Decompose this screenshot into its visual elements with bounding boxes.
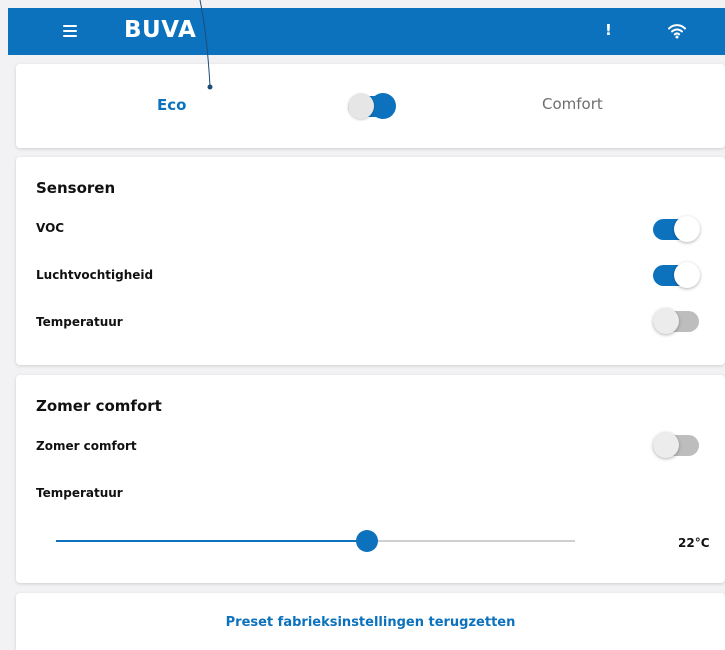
reset-card: Preset fabrieksinstellingen terugzetten: [16, 593, 725, 650]
sensor-label-humidity: Luchtvochtigheid: [36, 268, 154, 282]
wifi-icon[interactable]: [668, 23, 686, 39]
temperature-sensor-toggle[interactable]: [653, 308, 700, 334]
slider-thumb[interactable]: [356, 530, 378, 552]
mode-comfort-label[interactable]: Comfort: [542, 95, 603, 113]
app-header: BUVA !: [8, 8, 725, 55]
menu-icon[interactable]: [63, 25, 77, 37]
sensor-label-voc: VOC: [36, 221, 65, 235]
summer-comfort-card: Zomer comfort Zomer comfort Temperatuur …: [16, 375, 725, 583]
temperature-value: 22°C: [678, 536, 710, 550]
sensors-card: Sensoren VOC Luchtvochtigheid Temperatuu…: [16, 157, 725, 365]
brand-logo: BUVA: [124, 17, 197, 43]
temperature-slider[interactable]: [56, 529, 575, 553]
alert-icon[interactable]: !: [605, 21, 612, 39]
app-screen: BUVA ! Eco Comfort Sensoren VOC Luchtvoc…: [0, 0, 725, 650]
summer-comfort-title: Zomer comfort: [36, 397, 162, 415]
mode-toggle[interactable]: [348, 93, 396, 119]
mode-card: Eco Comfort: [16, 64, 725, 148]
reset-factory-settings-button[interactable]: Preset fabrieksinstellingen terugzetten: [16, 615, 725, 630]
slider-fill: [56, 540, 367, 542]
mode-eco-label[interactable]: Eco: [157, 96, 186, 114]
sensor-label-temperature: Temperatuur: [36, 315, 123, 329]
summer-comfort-toggle[interactable]: [653, 432, 700, 458]
summer-temperature-label: Temperatuur: [36, 486, 123, 500]
humidity-toggle[interactable]: [653, 262, 700, 288]
summer-comfort-label: Zomer comfort: [36, 439, 137, 453]
voc-toggle[interactable]: [653, 216, 700, 242]
sensors-title: Sensoren: [36, 179, 116, 197]
